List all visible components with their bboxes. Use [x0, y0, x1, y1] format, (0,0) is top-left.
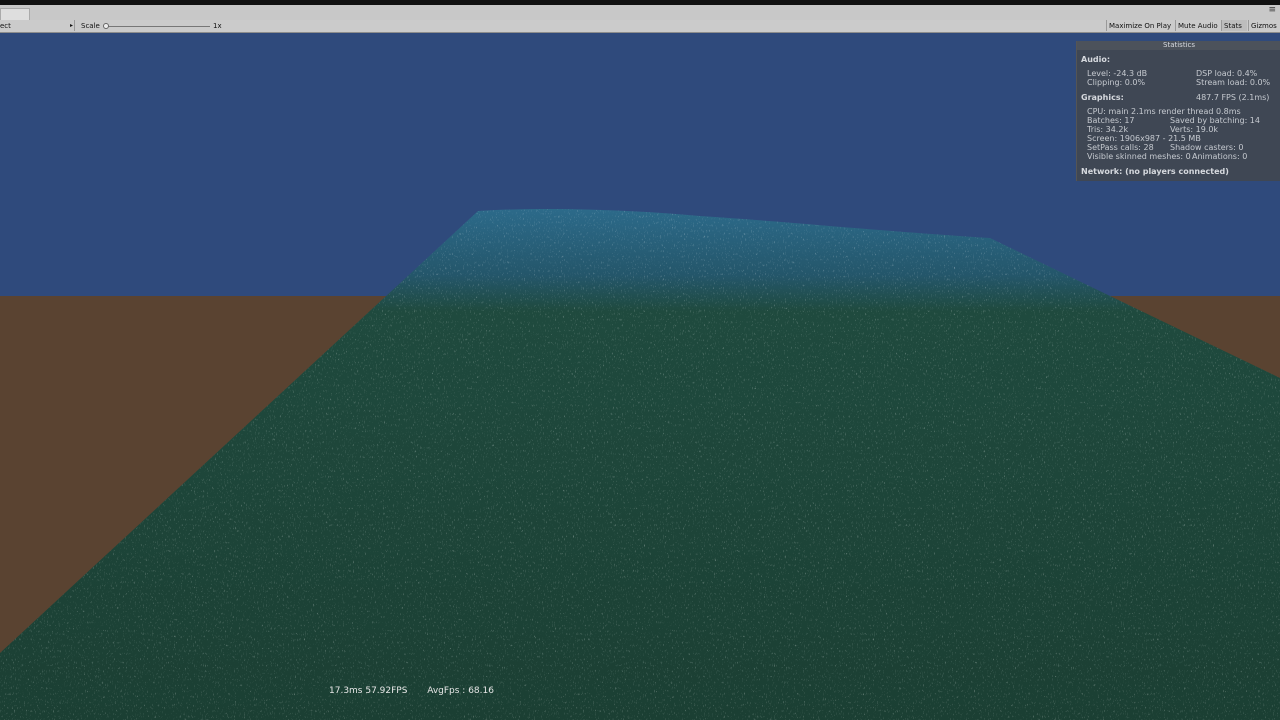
graphics-screen: Screen: 1906x987 - 21.5 MB — [1087, 134, 1201, 143]
editor-tab-row: ≡ — [0, 5, 1280, 21]
fps-overlay: 17.3ms 57.92FPS AvgFps : 68.16 — [329, 686, 494, 696]
frame-time-readout: 17.3ms 57.92FPS — [329, 686, 408, 696]
stats-button[interactable]: Stats — [1221, 20, 1247, 31]
audio-level: Level: -24.3 dB — [1087, 69, 1148, 78]
audio-dsp-load: DSP load: 0.4% — [1196, 69, 1258, 78]
graphics-animations: Animations: 0 — [1192, 152, 1248, 161]
scale-slider-track[interactable] — [104, 26, 210, 27]
scale-slider-thumb[interactable] — [103, 23, 109, 29]
aspect-dropdown[interactable]: ect ▸ — [0, 20, 75, 31]
game-view-toolbar: ect ▸ Scale 1x Maximize On Play Mute Aud… — [0, 20, 1280, 33]
graphics-tris: Tris: 34.2k — [1087, 125, 1129, 134]
graphics-heading: Graphics: — [1081, 93, 1124, 102]
scale-value: 1x — [213, 22, 222, 30]
maximize-on-play-button[interactable]: Maximize On Play — [1106, 20, 1174, 31]
audio-clipping: Clipping: 0.0% — [1087, 78, 1146, 87]
graphics-verts: Verts: 19.0k — [1170, 125, 1219, 134]
avg-fps-readout: AvgFps : 68.16 — [427, 686, 494, 696]
graphics-saved-by-batching: Saved by batching: 14 — [1170, 116, 1260, 125]
scale-label: Scale — [81, 22, 100, 30]
graphics-batches: Batches: 17 — [1087, 116, 1135, 125]
graphics-shadow-casters: Shadow casters: 0 — [1170, 143, 1244, 152]
graphics-cpu: CPU: main 2.1ms render thread 0.8ms — [1087, 107, 1241, 116]
statistics-title: Statistics — [1077, 41, 1280, 50]
mute-audio-button[interactable]: Mute Audio — [1175, 20, 1220, 31]
network-status: Network: (no players connected) — [1081, 167, 1229, 176]
aspect-dropdown-label: ect — [0, 22, 11, 30]
graphics-fps: 487.7 FPS (2.1ms) — [1196, 93, 1270, 102]
audio-stream-load: Stream load: 0.0% — [1196, 78, 1271, 87]
graphics-setpass-calls: SetPass calls: 28 — [1087, 143, 1154, 152]
audio-heading: Audio: — [1081, 55, 1111, 64]
statistics-panel: Statistics Audio: Level: -24.3 dB DSP lo… — [1076, 41, 1280, 181]
window-menu-icon[interactable]: ≡ — [1268, 5, 1276, 15]
gizmos-button[interactable]: Gizmos — [1248, 20, 1280, 31]
dropdown-arrow-icon: ▸ — [69, 22, 73, 29]
graphics-skinned-meshes: Visible skinned meshes: 0 — [1087, 152, 1191, 161]
